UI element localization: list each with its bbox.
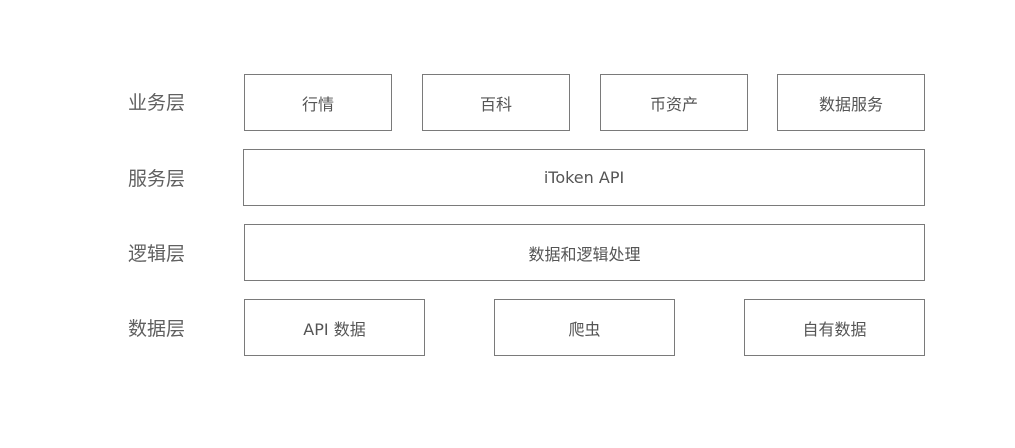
layer-label-logic: 逻辑层 <box>128 243 186 265</box>
box-market: 行情 <box>244 74 392 131</box>
box-label: 币资产 <box>649 94 698 114</box>
box-label: 数据和逻辑处理 <box>528 244 641 264</box>
box-wiki: 百科 <box>422 74 570 131</box>
layer-label-service: 服务层 <box>128 168 186 190</box>
box-label: 百科 <box>479 94 512 114</box>
box-data-logic-processing: 数据和逻辑处理 <box>244 224 925 281</box>
layer-label-business: 业务层 <box>128 92 186 114</box>
box-label: 爬虫 <box>568 319 601 339</box>
box-coin-assets: 币资产 <box>600 74 748 131</box>
box-label: 自有数据 <box>802 319 867 339</box>
box-label: 行情 <box>301 94 334 114</box>
layer-label-data: 数据层 <box>128 318 186 340</box>
box-itoken-api: iToken API <box>243 149 925 206</box>
box-data-service: 数据服务 <box>777 74 925 131</box>
box-own-data: 自有数据 <box>744 299 925 356</box>
box-label: API 数据 <box>303 319 366 339</box>
box-crawler: 爬虫 <box>494 299 675 356</box>
box-label: 数据服务 <box>818 94 883 114</box>
box-api-data: API 数据 <box>244 299 425 356</box>
box-label: iToken API <box>543 168 625 187</box>
